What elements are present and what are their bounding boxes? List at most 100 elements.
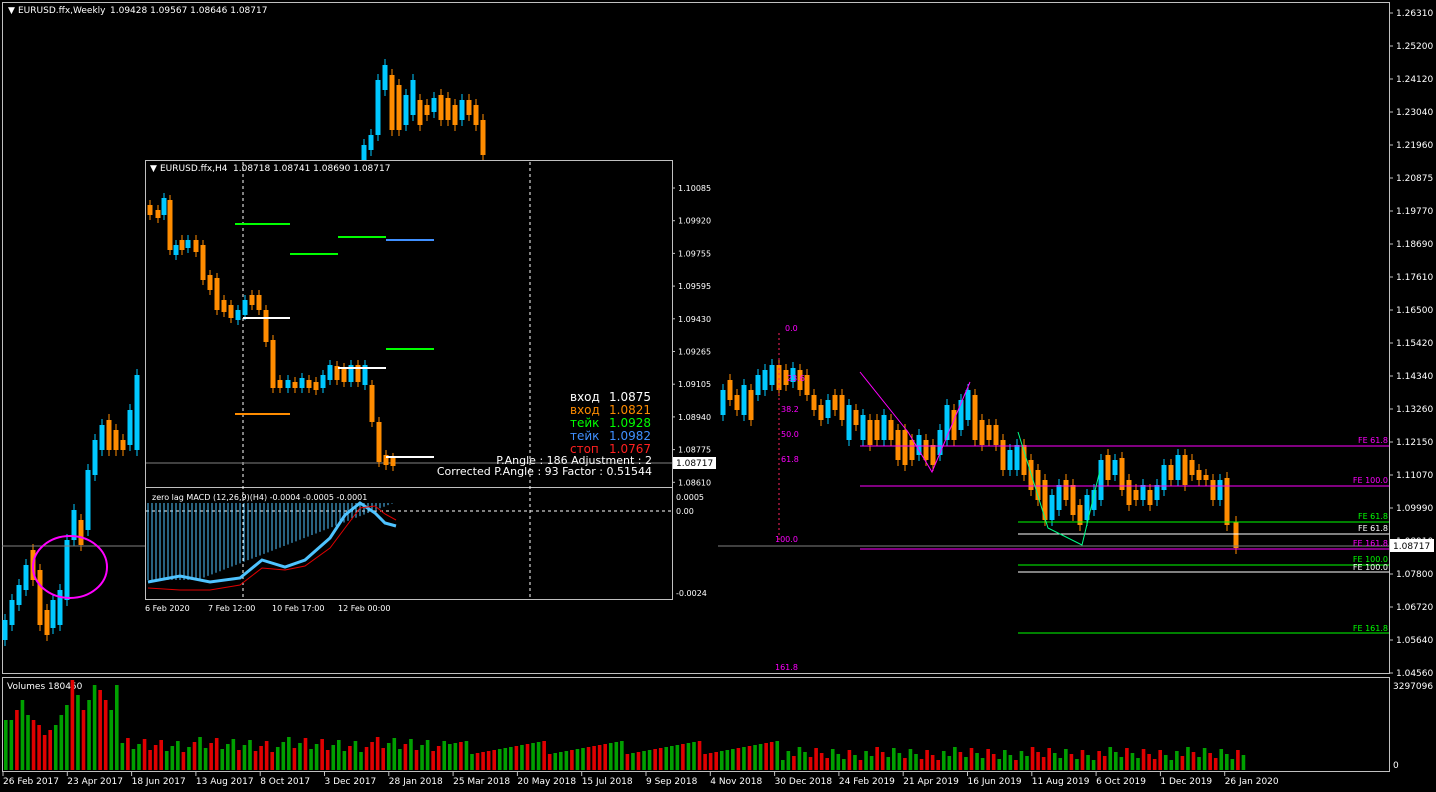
candle-body xyxy=(1189,460,1195,475)
volume-bar xyxy=(153,745,158,770)
volume-bar xyxy=(1091,760,1096,770)
volume-bar xyxy=(775,741,780,770)
volume-bar xyxy=(914,754,918,770)
volume-bar xyxy=(98,690,102,770)
candle-body xyxy=(78,520,84,545)
volume-bar xyxy=(559,752,563,770)
volume-bar xyxy=(1119,757,1124,770)
candle-body xyxy=(50,600,56,628)
candle-body xyxy=(403,95,409,125)
volume-bar xyxy=(492,750,496,770)
candle-body xyxy=(1147,490,1153,505)
chart-menu-arrow[interactable]: ▼ xyxy=(8,6,15,16)
candle-body xyxy=(431,98,437,112)
volume-bar xyxy=(542,741,546,770)
candle-body xyxy=(1154,485,1160,500)
candle-body xyxy=(480,120,486,155)
inset-candle-body xyxy=(249,295,255,305)
volume-bar xyxy=(814,748,818,770)
macd-title: zero lag MACD (12,26,9)(H4) -0.0004 -0.0… xyxy=(152,493,367,502)
volume-bar xyxy=(797,747,802,770)
info-entry2-label: вход xyxy=(570,403,600,417)
volume-bar xyxy=(575,749,580,770)
volume-bar xyxy=(103,700,108,770)
volume-bar xyxy=(131,749,136,770)
inset-candle-body xyxy=(179,240,185,250)
inset-candle-body xyxy=(193,240,199,252)
volume-max-label: 3297096 xyxy=(1393,682,1433,692)
volume-bar xyxy=(59,715,64,770)
volume-bar xyxy=(597,745,602,770)
volume-bar xyxy=(953,747,957,770)
volume-bar xyxy=(281,742,286,770)
candle-body xyxy=(396,85,402,130)
volume-bar xyxy=(314,744,319,770)
volume-bar xyxy=(786,751,791,770)
candle-body xyxy=(106,420,112,450)
volume-bar xyxy=(1097,751,1101,770)
info-entry1-value: 1.0875 xyxy=(609,390,651,404)
candle-body xyxy=(1224,478,1230,525)
volume-bar xyxy=(1058,758,1063,770)
volume-bar xyxy=(564,751,569,770)
candle-body xyxy=(839,395,845,420)
candle-body xyxy=(99,425,105,450)
volume-bar xyxy=(120,743,125,770)
volume-bar xyxy=(1180,756,1185,770)
date-axis-label: 20 May 2018 xyxy=(517,777,576,787)
volume-bar xyxy=(1003,750,1007,770)
volume-bar xyxy=(880,752,885,770)
candle-body xyxy=(888,420,894,440)
candle-body xyxy=(44,610,50,635)
price-axis-label: 1.16500 xyxy=(1396,306,1433,316)
date-axis-label: 8 Oct 2017 xyxy=(260,777,310,787)
inset-candle-body xyxy=(200,245,206,280)
candle-body xyxy=(860,415,866,440)
volume-bar xyxy=(553,753,558,770)
price-axis-label: 1.14340 xyxy=(1396,372,1433,382)
candle-body xyxy=(881,415,887,440)
volume-bar xyxy=(842,759,846,770)
volume-bar xyxy=(708,753,713,770)
candle-body xyxy=(1217,480,1223,500)
fe-label-618-white: FE 61.8 xyxy=(1358,524,1388,533)
date-axis-label: 26 Jan 2020 xyxy=(1225,777,1279,787)
candle-body xyxy=(1000,440,1006,470)
inset-price-axis-label: 1.10085 xyxy=(678,184,711,193)
volume-bar xyxy=(203,748,208,770)
candle-body xyxy=(965,390,971,420)
volume-bar xyxy=(1197,757,1201,770)
candle-body xyxy=(127,410,133,445)
volume-bar xyxy=(81,710,86,770)
volume-bar xyxy=(370,742,374,770)
candle-body xyxy=(1126,480,1132,505)
volume-bar xyxy=(1141,749,1146,770)
volume-bar xyxy=(991,754,996,770)
candle-body xyxy=(1049,495,1055,520)
volume-bar xyxy=(614,742,619,770)
volume-bar xyxy=(470,754,474,770)
chart-canvas[interactable]: 0.0 23.6 38.2 50.0 61.8 100.0 161.8 FE 6… xyxy=(0,0,1436,792)
inset-chart[interactable]: ▼ EURUSD.ffx,H4 1.08718 1.08741 1.08690 … xyxy=(145,160,716,613)
date-axis-label: 11 Aug 2019 xyxy=(1032,777,1090,787)
volume-bar xyxy=(48,730,52,770)
fib-label-50: 50.0 xyxy=(781,430,799,439)
fe-label-1618-magenta: FE 161.8 xyxy=(1353,539,1388,548)
inset-candle-body xyxy=(327,365,333,380)
candle-body xyxy=(473,105,479,125)
inset-menu-arrow[interactable]: ▼ xyxy=(150,164,157,174)
candle-body xyxy=(769,365,775,385)
candle-body xyxy=(375,80,381,135)
volume-bar xyxy=(1163,755,1168,770)
volume-bar xyxy=(803,752,807,770)
candle-body xyxy=(895,430,901,460)
volume-bar xyxy=(436,746,441,770)
candle-body xyxy=(445,98,451,120)
date-axis-label: 4 Nov 2018 xyxy=(710,777,762,787)
volume-bar xyxy=(497,749,502,770)
inset-candle-body xyxy=(207,275,213,290)
volume-bar xyxy=(1136,758,1140,770)
inset-price-axis-label: 1.09430 xyxy=(678,315,711,324)
volume-bar xyxy=(242,745,247,770)
volume-bar xyxy=(980,758,985,770)
